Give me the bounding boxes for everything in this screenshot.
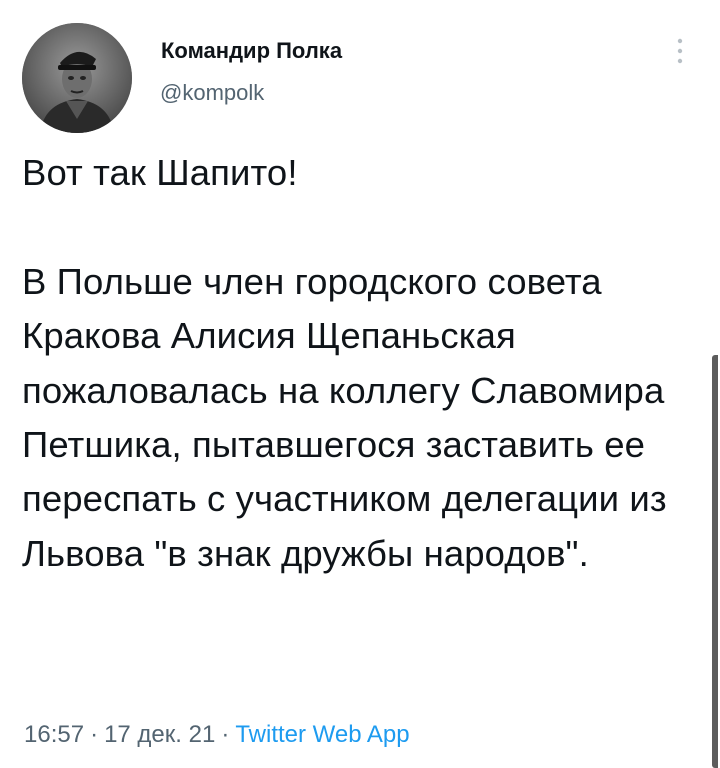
tweet-date[interactable]: 17 дек. 21 <box>104 721 215 748</box>
meta-separator: · <box>221 721 230 748</box>
scrollbar-thumb[interactable] <box>712 355 718 768</box>
tweet-time[interactable]: 16:57 <box>24 721 84 748</box>
tweet-meta: 16:57 · 17 дек. 21 · Twitter Web App <box>24 720 410 750</box>
author-avatar[interactable] <box>22 23 132 133</box>
author-handle[interactable]: @kompolk <box>160 80 264 106</box>
avatar-portrait-icon <box>22 23 132 133</box>
tweet-text: Вот так Шапито! В Польше член городского… <box>22 152 667 574</box>
more-vertical-icon[interactable] <box>670 34 690 68</box>
tweet-source-link[interactable]: Twitter Web App <box>235 721 409 748</box>
author-display-name[interactable]: Командир Полка <box>161 38 342 64</box>
meta-separator: · <box>90 721 99 748</box>
